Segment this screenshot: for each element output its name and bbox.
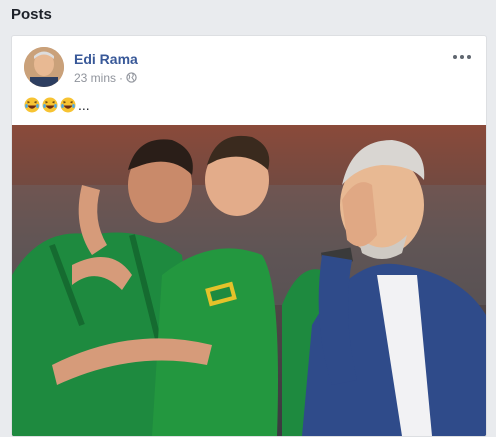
laughing-emoji-icon	[42, 97, 58, 113]
post-header: Edi Rama 23 mins ·	[24, 47, 474, 91]
post-text-suffix: ...	[78, 97, 90, 113]
laughing-emoji-icon	[60, 97, 76, 113]
separator: ·	[119, 71, 124, 85]
post-text: ...	[24, 97, 90, 113]
post-card: Edi Rama 23 mins · ...	[11, 35, 487, 437]
post-photo[interactable]	[12, 125, 486, 436]
globe-icon[interactable]	[126, 72, 137, 83]
dot	[453, 55, 457, 59]
dot	[467, 55, 471, 59]
section-title: Posts	[11, 6, 52, 23]
more-options-icon[interactable]	[450, 49, 474, 65]
author-name[interactable]: Edi Rama	[74, 51, 138, 67]
laughing-emoji-icon	[24, 97, 40, 113]
dot	[460, 55, 464, 59]
timestamp[interactable]: 23 mins	[74, 71, 116, 85]
post-meta: 23 mins ·	[74, 71, 137, 85]
avatar[interactable]	[24, 47, 64, 87]
